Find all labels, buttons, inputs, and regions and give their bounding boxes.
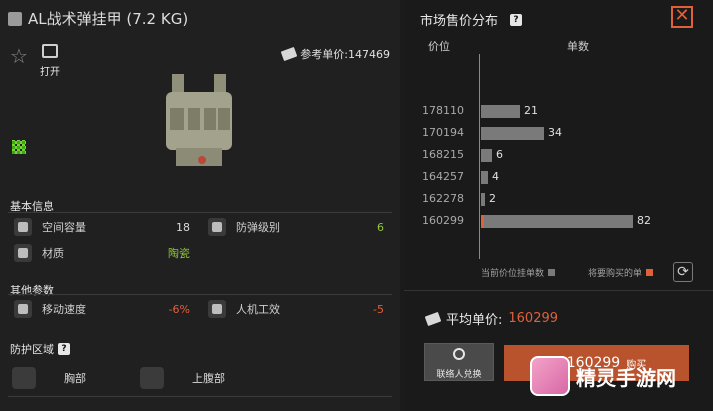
refresh-button[interactable]: ⟳ [673, 262, 693, 282]
bar-value-label: 82 [637, 214, 651, 227]
quantity-bar [481, 149, 492, 162]
legend-swatch-gray [548, 269, 556, 276]
open-label: 打开 [40, 67, 60, 78]
money-icon [281, 46, 298, 62]
item-size-grid-icon [12, 140, 26, 154]
favorite-star-icon[interactable]: ☆ [10, 44, 28, 68]
item-title: AL战术弹挂甲 (7.2 KG) [28, 10, 189, 28]
watermark-logo-icon [530, 356, 570, 396]
watermark: 精灵手游网 [530, 356, 676, 396]
legend-current: 当前价位挂单数 [481, 266, 556, 279]
help-icon[interactable]: ? [510, 13, 523, 26]
quantity-bar [481, 105, 520, 118]
search-icon [453, 348, 465, 360]
price-tick-label: 164257 [422, 170, 464, 183]
price-tick-label: 168215 [422, 148, 464, 161]
title-row: AL战术弹挂甲 (7.2 KG) [8, 8, 188, 29]
divider [8, 212, 392, 213]
quantity-bar [481, 127, 544, 140]
price-tick-label: 170194 [422, 126, 464, 139]
item-detail-panel: AL战术弹挂甲 (7.2 KG) ☆ 打开 参考单价:147469 基本信息 空… [0, 0, 400, 411]
average-price-row: 平均单价: 160299 [424, 309, 558, 328]
backpack-icon [14, 218, 32, 236]
zone-chest: 胸部 [12, 367, 86, 389]
zone-upper-abdomen: 上腹部 [140, 367, 225, 389]
chest-armor-icon [12, 367, 36, 389]
plates-icon [14, 244, 32, 262]
bar-value-label: 6 [496, 148, 503, 161]
shield-icon [208, 218, 226, 236]
running-icon [14, 300, 32, 318]
stat-capacity: 空间容量 18 [14, 217, 190, 237]
stat-ergonomics: 人机工效 -5 [208, 299, 384, 319]
price-distribution-chart: 178110 21 170194 34 168215 6 164257 4 162278 2 160… [404, 54, 709, 259]
close-button[interactable]: ✕ [671, 6, 693, 28]
item-category-icon [8, 11, 22, 26]
divider [404, 290, 713, 291]
stat-move-speed: 移动速度 -6% [14, 299, 190, 319]
quantity-column-header: 单数 [567, 40, 589, 53]
market-title: 市场售价分布 ? [420, 10, 523, 29]
legend-buy: 将要购买的单 [588, 266, 654, 279]
reference-price: 参考单价:147469 [281, 46, 390, 62]
abdomen-armor-icon [140, 367, 164, 389]
quantity-bar [481, 171, 488, 184]
chart-axis [479, 54, 480, 259]
other-params-label: 其他参数 [10, 284, 54, 297]
box-icon [42, 44, 58, 58]
quantity-bar [481, 215, 633, 228]
money-icon [424, 311, 442, 326]
pistol-icon [208, 300, 226, 318]
bar-value-label: 2 [489, 192, 496, 205]
market-panel: 市场售价分布 ? ✕ 价位 单数 178110 21 170194 34 168215 6… [404, 0, 713, 411]
price-tick-label: 160299 [422, 214, 464, 227]
stat-material: 材质 陶瓷 [14, 243, 190, 263]
divider [8, 294, 392, 295]
legend-swatch-orange [646, 269, 654, 276]
bar-value-label: 21 [524, 104, 538, 117]
bar-value-label: 4 [492, 170, 499, 183]
contact-exchange-button[interactable]: 联络人兑换 [424, 343, 494, 381]
divider [8, 396, 392, 397]
armor-vest-image [166, 74, 232, 166]
price-tick-label: 162278 [422, 192, 464, 205]
protection-zone-label: 防护区域 ? [10, 341, 70, 357]
quantity-bar [481, 193, 485, 206]
price-column-header: 价位 [428, 40, 450, 53]
open-button[interactable]: 打开 [38, 44, 62, 79]
stat-armor-class: 防弹级别 6 [208, 217, 384, 237]
reference-price-text: 参考单价:147469 [300, 48, 390, 61]
bar-value-label: 34 [548, 126, 562, 139]
help-icon[interactable]: ? [58, 343, 70, 355]
price-tick-label: 178110 [422, 104, 464, 117]
